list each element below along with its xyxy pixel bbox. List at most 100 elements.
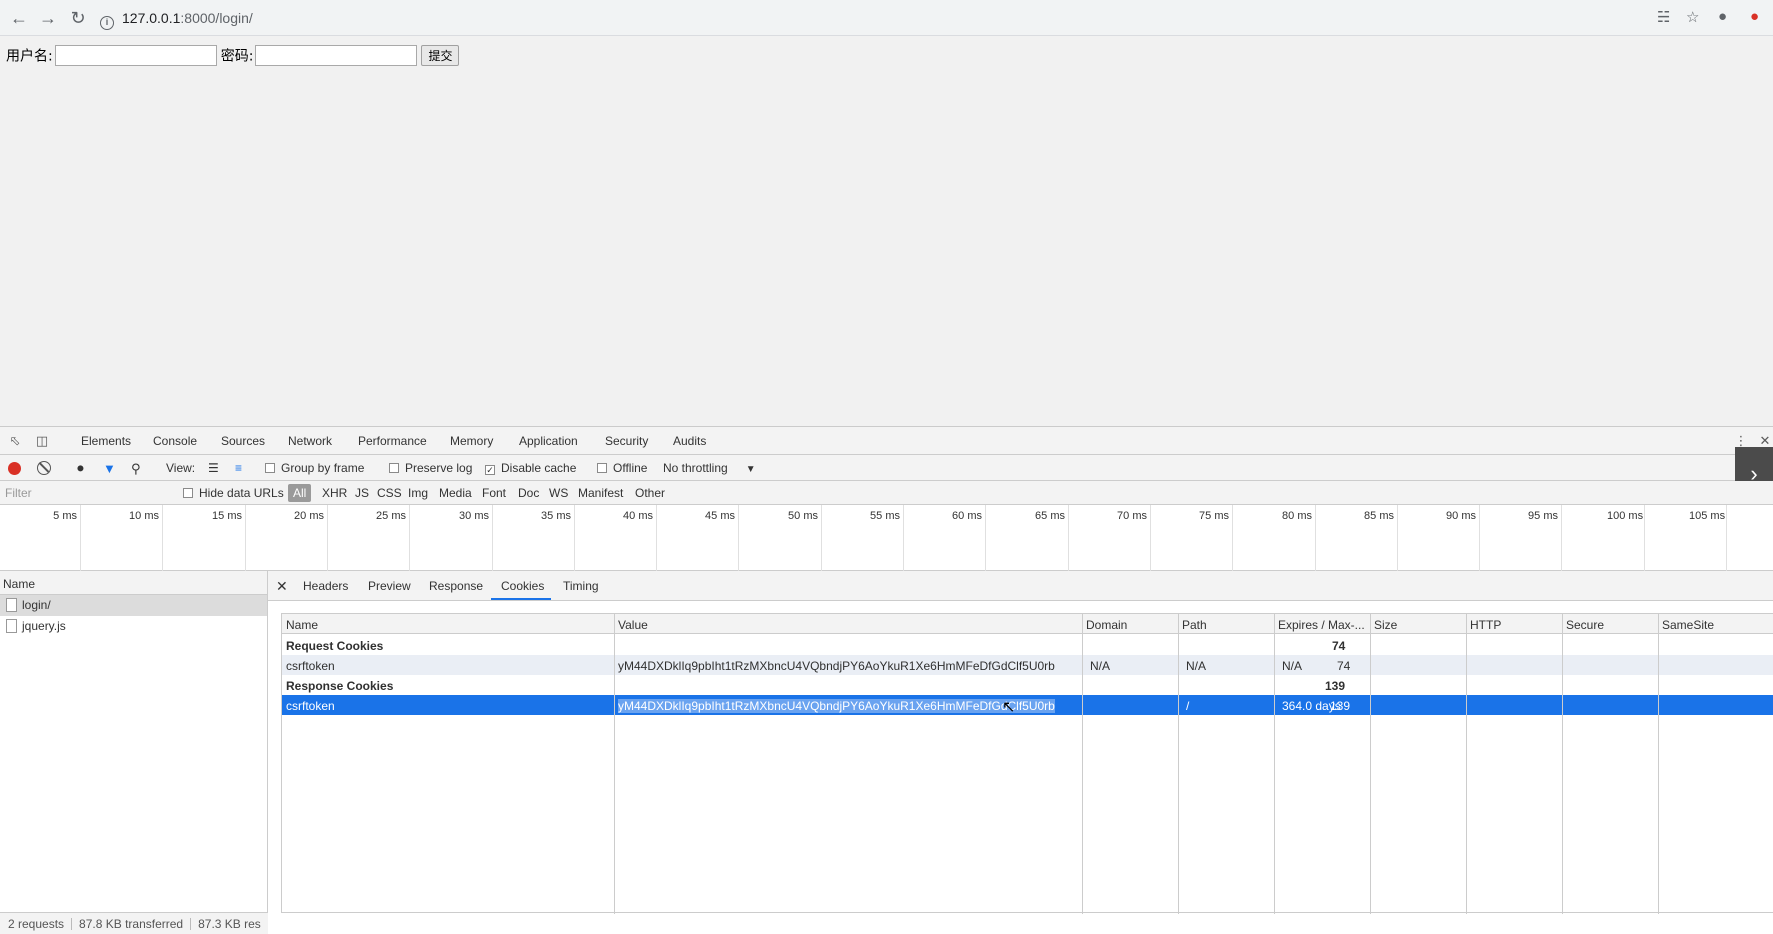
cookie-name: csrftoken [286, 659, 335, 673]
back-icon[interactable]: ← [9, 8, 29, 28]
close-detail-icon[interactable]: ✕ [276, 578, 288, 595]
tab-security[interactable]: Security [605, 434, 648, 448]
dropdown-arrow-icon: ▼ [745, 464, 756, 475]
tab-performance[interactable]: Performance [358, 434, 427, 448]
filter-type-all[interactable]: All [288, 484, 312, 502]
filter-type-img[interactable]: Img [408, 486, 428, 500]
request-cookie-row[interactable]: csrftoken yM44DXDklIq9pbIht1tRzMXbncU4VQ… [282, 655, 1773, 675]
inspect-element-icon[interactable]: ⬁ [7, 433, 23, 449]
cookies-table-header [282, 614, 1773, 634]
devtools-tab-bar: ⬁ ◫ Elements Console Sources Network Per… [0, 427, 1773, 455]
offline-checkbox[interactable]: Offline [597, 461, 647, 475]
filter-icon[interactable]: ▼ [103, 461, 116, 476]
column-header[interactable]: SameSite [1662, 618, 1714, 632]
column-divider [1562, 614, 1563, 914]
filter-input[interactable]: Filter [0, 482, 170, 503]
checkmark-icon: ✓ [485, 465, 495, 475]
column-divider [1178, 614, 1179, 914]
response-cookie-row[interactable]: csrftoken yM44DXDklIq9pbIht1tRzMXbncU4VQ… [282, 695, 1773, 715]
filter-bar: Filter Hide data URLs All XHR JS CSS Img… [0, 481, 1773, 505]
record-icon[interactable] [8, 462, 21, 475]
clear-icon[interactable] [37, 461, 51, 475]
resources-size: 87.3 KB res [198, 917, 261, 931]
cookie-size: 139 [1330, 699, 1351, 713]
submit-button[interactable]: 提交 [421, 45, 460, 66]
disable-cache-checkbox[interactable]: ✓ Disable cache [485, 461, 576, 475]
tab-sources[interactable]: Sources [221, 434, 265, 448]
request-cookies-section: Request Cookies 74 [282, 635, 1773, 655]
tab-cookies[interactable]: Cookies [501, 579, 544, 593]
column-header[interactable]: Value [618, 618, 648, 632]
reload-icon[interactable]: ↻ [68, 8, 88, 28]
checkbox-icon [265, 463, 275, 473]
url-path: :8000/login/ [180, 10, 253, 26]
filter-type-other[interactable]: Other [635, 486, 665, 500]
column-divider [1370, 614, 1371, 914]
tab-application[interactable]: Application [519, 434, 578, 448]
filter-type-manifest[interactable]: Manifest [578, 486, 623, 500]
extension-icon[interactable]: ● [1750, 8, 1759, 28]
group-by-frame-checkbox[interactable]: Group by frame [265, 461, 364, 475]
cookie-expires: N/A [1282, 659, 1303, 673]
search-icon[interactable]: ⚲ [131, 461, 141, 477]
preserve-log-checkbox[interactable]: Preserve log [389, 461, 472, 475]
filter-type-media[interactable]: Media [439, 486, 472, 500]
column-header[interactable]: Path [1182, 618, 1207, 632]
hide-data-urls-checkbox[interactable]: Hide data URLs [183, 486, 284, 500]
checkbox-icon [389, 463, 399, 473]
cookie-domain: N/A [1090, 659, 1111, 673]
tab-network[interactable]: Network [288, 434, 332, 448]
password-input[interactable] [255, 45, 418, 66]
tab-headers[interactable]: Headers [303, 579, 348, 593]
section-size: 74 [1332, 639, 1346, 653]
request-row-login[interactable]: login/ [0, 595, 267, 616]
filter-type-doc[interactable]: Doc [518, 486, 539, 500]
password-label: 密码: [220, 48, 254, 65]
filter-type-font[interactable]: Font [482, 486, 506, 500]
screenshot-icon[interactable]: ⚫ [75, 461, 86, 477]
request-list-header[interactable]: Name [0, 571, 267, 595]
device-toolbar-icon[interactable]: ◫ [34, 433, 50, 449]
tab-audits[interactable]: Audits [673, 434, 706, 448]
username-input[interactable] [54, 45, 217, 66]
throttling-select[interactable]: No throttling ▼ [663, 461, 756, 475]
address-bar[interactable]: i 127.0.0.1:8000/login/ [100, 6, 1650, 30]
network-timeline[interactable]: 5 ms 10 ms 15 ms 20 ms 25 ms 30 ms 35 ms 40 ms 4… [0, 505, 1773, 571]
site-info-icon[interactable]: i [100, 16, 114, 30]
filter-type-css[interactable]: CSS [377, 486, 402, 500]
preserve-log-label: Preserve log [405, 461, 473, 475]
filter-type-js[interactable]: JS [355, 486, 369, 500]
script-file-icon [6, 619, 17, 633]
column-header[interactable]: Domain [1086, 618, 1127, 632]
devtools-panel: ⬁ ◫ Elements Console Sources Network Per… [0, 426, 1773, 934]
group-by-frame-label: Group by frame [281, 461, 365, 475]
column-header[interactable]: HTTP [1470, 618, 1501, 632]
tab-preview[interactable]: Preview [368, 579, 411, 593]
tab-elements[interactable]: Elements [81, 434, 131, 448]
login-form: 用户名: 密码: 提交 [6, 45, 460, 66]
cookie-path: N/A [1186, 659, 1207, 673]
profile-avatar-icon[interactable]: ● [1718, 8, 1727, 28]
waterfall-view-icon[interactable]: ≡ [235, 461, 242, 475]
column-header[interactable]: Size [1374, 618, 1397, 632]
column-header[interactable]: Secure [1566, 618, 1604, 632]
active-tab-indicator [491, 598, 551, 600]
network-toolbar: ⚫ ▼ ⚲ View: ☰ ≡ Group by frame Preserve … [0, 455, 1773, 481]
column-divider [1082, 614, 1083, 914]
list-view-icon[interactable]: ☰ [208, 461, 219, 475]
view-label: View: [166, 461, 196, 475]
forward-icon[interactable]: → [38, 8, 58, 28]
bookmark-star-icon[interactable]: ☆ [1686, 8, 1699, 28]
column-divider [1274, 614, 1275, 914]
column-header[interactable]: Expires / Max-... [1278, 618, 1365, 632]
column-header[interactable]: Name [286, 618, 318, 632]
translate-icon[interactable]: ☵ [1657, 8, 1670, 28]
tab-response[interactable]: Response [429, 579, 483, 593]
filter-type-xhr[interactable]: XHR [322, 486, 347, 500]
tab-memory[interactable]: Memory [450, 434, 493, 448]
tab-console[interactable]: Console [153, 434, 197, 448]
request-row-jquery[interactable]: jquery.js [0, 616, 267, 637]
column-divider [1466, 614, 1467, 914]
tab-timing[interactable]: Timing [563, 579, 599, 593]
filter-type-ws[interactable]: WS [549, 486, 568, 500]
